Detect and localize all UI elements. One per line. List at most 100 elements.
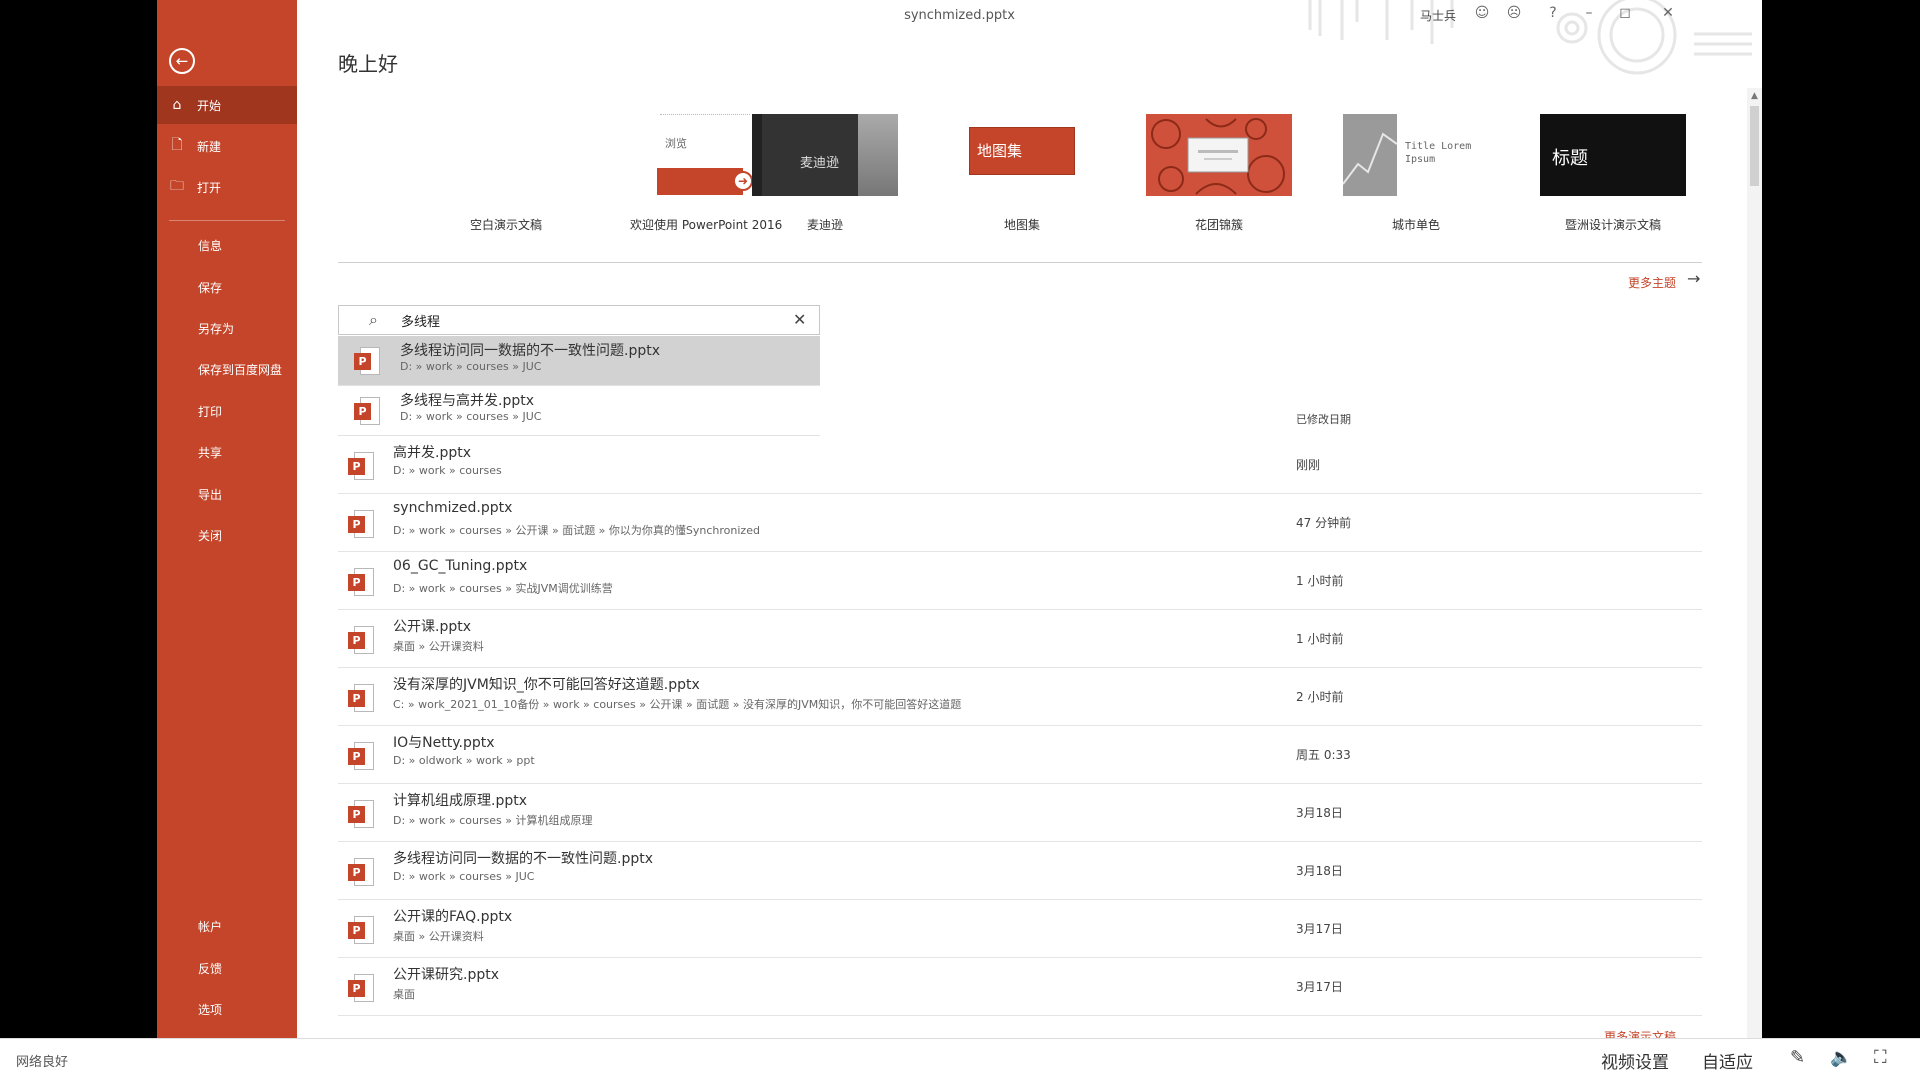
- sidebar-item-save[interactable]: 保存: [157, 268, 297, 306]
- sidebar-item-label: 另存为: [198, 321, 235, 336]
- file-date: 3月18日: [1296, 864, 1343, 878]
- sidebar-item-share[interactable]: 共享: [157, 433, 297, 471]
- template-blank[interactable]: 空白演示文稿: [433, 114, 579, 232]
- file-date: 3月17日: [1296, 922, 1343, 936]
- file-name: IO与Netty.pptx: [393, 735, 495, 751]
- list-item[interactable]: P 公开课.pptx 桌面 » 公开课资料 1 小时前: [338, 610, 1702, 668]
- file-date: 2 小时前: [1296, 690, 1344, 704]
- sidebar-item-open[interactable]: 🗀 打开: [157, 168, 297, 206]
- fit-button[interactable]: 自适应: [1702, 1048, 1753, 1073]
- file-date: 3月17日: [1296, 980, 1343, 994]
- column-header-modified[interactable]: 已修改日期: [1296, 411, 1351, 427]
- home-icon: ⌂: [172, 97, 182, 113]
- frown-icon[interactable]: ☹: [1503, 5, 1525, 21]
- file-path: D: » work » courses » JUC: [400, 410, 542, 423]
- file-name: 没有深厚的JVM知识_你不可能回答好这道题.pptx: [393, 677, 700, 693]
- file-date: 3月18日: [1296, 806, 1343, 820]
- sidebar-item-export[interactable]: 导出: [157, 475, 297, 513]
- search-result-item[interactable]: P 多线程与高并发.pptx D: » work » courses » JUC: [338, 386, 820, 436]
- template-thumbnail: Title Lorem Ipsum: [1343, 114, 1489, 196]
- restore-icon[interactable]: ◻: [1614, 5, 1636, 21]
- list-item[interactable]: P 公开课的FAQ.pptx 桌面 » 公开课资料 3月17日: [338, 900, 1702, 958]
- template-thumbnail: 地图集: [949, 114, 1095, 196]
- template-thumb-text: 标题: [1552, 148, 1588, 169]
- smile-icon[interactable]: ☺: [1471, 5, 1493, 21]
- template-city-mono[interactable]: Title Lorem Ipsum 城市单色: [1343, 114, 1489, 232]
- list-item[interactable]: P 06_GC_Tuning.pptx D: » work » courses …: [338, 552, 1702, 610]
- list-item[interactable]: P 多线程访问同一数据的不一致性问题.pptx D: » work » cour…: [338, 842, 1702, 900]
- file-path: D: » work » courses » 计算机组成原理: [393, 814, 593, 827]
- close-icon[interactable]: ✕: [1657, 5, 1679, 21]
- sidebar-item-new[interactable]: 🗋 新建: [157, 127, 297, 165]
- scroll-up-icon[interactable]: ▲: [1747, 88, 1762, 104]
- new-file-icon: 🗋: [171, 137, 183, 153]
- sidebar-item-label: 开始: [197, 98, 222, 113]
- file-name: synchmized.pptx: [393, 500, 513, 516]
- file-name: 公开课.pptx: [393, 619, 471, 635]
- list-item[interactable]: P 高并发.pptx D: » work » courses 刚刚: [338, 436, 1702, 494]
- pen-icon[interactable]: ✎: [1790, 1047, 1805, 1068]
- template-atlas[interactable]: 地图集 地图集: [949, 114, 1095, 232]
- sidebar-item-info[interactable]: 信息: [157, 226, 297, 264]
- file-path: D: » work » courses: [393, 464, 502, 477]
- list-item[interactable]: P synchmized.pptx D: » work » courses » …: [338, 494, 1702, 552]
- template-design-deck[interactable]: 标题 暨洲设计演示文稿: [1540, 114, 1686, 232]
- sidebar-divider: [169, 220, 285, 221]
- sidebar-item-options[interactable]: 选项: [157, 990, 297, 1028]
- sidebar-item-feedback[interactable]: 反馈: [157, 949, 297, 987]
- template-divider: [338, 262, 1702, 263]
- pptx-file-icon: P: [348, 510, 374, 538]
- search-input[interactable]: [401, 310, 761, 330]
- arrow-right-icon[interactable]: →: [1687, 269, 1700, 288]
- template-label: 城市单色: [1391, 218, 1440, 232]
- help-icon[interactable]: ?: [1542, 5, 1564, 21]
- fullscreen-icon[interactable]: ⛶: [1874, 1047, 1887, 1068]
- sidebar-item-save-to-baidu[interactable]: 保存到百度网盘: [157, 350, 297, 388]
- scroll-thumb[interactable]: [1750, 106, 1759, 186]
- video-player-bar: 网络良好 视频设置 自适应 ✎ 🔈 ⛶: [0, 1038, 1920, 1080]
- search-results: P 多线程访问同一数据的不一致性问题.pptx D: » work » cour…: [338, 336, 820, 436]
- sidebar-item-account[interactable]: 帐户: [157, 907, 297, 945]
- list-item[interactable]: P 计算机组成原理.pptx D: » work » courses » 计算机…: [338, 784, 1702, 842]
- pptx-file-icon: P: [354, 347, 380, 375]
- search-box[interactable]: ⌕ ✕: [338, 305, 820, 335]
- template-madison[interactable]: 麦迪逊 麦迪逊: [752, 114, 898, 232]
- sidebar-item-label: 反馈: [198, 961, 223, 976]
- file-name: 06_GC_Tuning.pptx: [393, 558, 528, 574]
- file-path: C: » work_2021_01_10备份 » work » courses …: [393, 698, 962, 711]
- list-item[interactable]: P 公开课研究.pptx 桌面 3月17日: [338, 958, 1702, 1016]
- template-label: 花团锦簇: [1194, 218, 1243, 232]
- template-thumb-text: 浏览: [665, 137, 687, 150]
- network-status: 网络良好: [16, 1055, 69, 1070]
- template-thumbnail: 麦迪逊: [752, 114, 898, 196]
- sidebar-item-label: 新建: [197, 139, 222, 154]
- search-result-item[interactable]: P 多线程访问同一数据的不一致性问题.pptx D: » work » cour…: [338, 336, 820, 386]
- more-presentations-link[interactable]: 更多演示文稿: [1604, 1028, 1676, 1038]
- sidebar-item-save-as[interactable]: 另存为: [157, 309, 297, 347]
- scrollbar[interactable]: ▲: [1747, 88, 1762, 1038]
- minimize-icon[interactable]: –: [1578, 5, 1600, 21]
- file-name: 高并发.pptx: [393, 445, 471, 461]
- template-thumb-text: 地图集: [977, 142, 1023, 160]
- template-thumb-text: Title Lorem Ipsum: [1405, 141, 1472, 165]
- backstage-sidebar: ← ⌂ 开始 🗋 新建 🗀 打开 信息 保存 另存为 保存到百度网盘 打印 共享…: [157, 0, 297, 1038]
- list-item[interactable]: P 没有深厚的JVM知识_你不可能回答好这道题.pptx C: » work_2…: [338, 668, 1702, 726]
- sidebar-item-label: 导出: [198, 487, 223, 502]
- sidebar-item-print[interactable]: 打印: [157, 392, 297, 430]
- more-themes-link[interactable]: 更多主题: [1628, 274, 1676, 291]
- list-item[interactable]: P IO与Netty.pptx D: » oldwork » work » pp…: [338, 726, 1702, 784]
- file-name: 计算机组成原理.pptx: [393, 793, 527, 809]
- sidebar-item-close[interactable]: 关闭: [157, 516, 297, 554]
- volume-icon[interactable]: 🔈: [1830, 1047, 1852, 1068]
- sidebar-item-home[interactable]: ⌂ 开始: [157, 86, 297, 124]
- pptx-file-icon: P: [348, 568, 374, 596]
- close-icon[interactable]: ✕: [793, 310, 806, 329]
- sidebar-item-label: 保存到百度网盘: [198, 362, 283, 377]
- video-settings-button[interactable]: 视频设置: [1601, 1048, 1669, 1073]
- template-thumb-text: 麦迪逊: [800, 156, 840, 171]
- file-name: 多线程访问同一数据的不一致性问题.pptx: [400, 343, 660, 359]
- back-arrow-icon[interactable]: ←: [169, 48, 195, 74]
- template-flowers[interactable]: 花团锦簇: [1146, 114, 1292, 232]
- user-name[interactable]: 马士兵: [1420, 7, 1456, 24]
- pptx-file-icon: P: [354, 397, 380, 425]
